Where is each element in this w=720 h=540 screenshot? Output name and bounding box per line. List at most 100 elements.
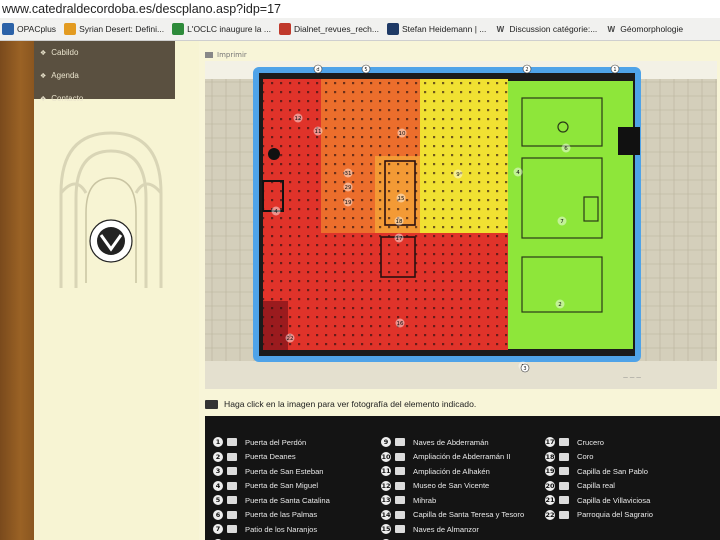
bookmark-item[interactable]: W Géomorphologie <box>603 23 689 35</box>
camera-icon[interactable] <box>395 467 405 476</box>
door-label: 2 <box>525 67 528 73</box>
url-text[interactable]: www.catedraldecordoba.es/descplano.asp?i… <box>2 0 281 18</box>
camera-icon <box>205 399 218 409</box>
plan-svg[interactable]: — — — 12 11 31 29 19 4 15 10 18 17 9 4 6 7 2 16 22 3 d 5 2 1… <box>205 61 717 389</box>
mosque-plan-map[interactable]: — — — 12 11 31 29 19 4 15 10 18 17 9 4 6 7 2 16 22 3 d 5 2 1… <box>205 61 717 389</box>
menu-item-contacto[interactable]: ❖ Contacto <box>34 87 175 110</box>
legend-item[interactable]: 3 Puerta de San Esteban <box>213 464 330 479</box>
door-label: d <box>316 67 319 73</box>
legend-number: 9 <box>381 437 391 448</box>
legend-item[interactable]: 21 Capilla de Villaviciosa <box>545 493 653 508</box>
legend-item[interactable]: 15 Naves de Almanzor <box>381 522 524 537</box>
left-sidebar: ❖ Cabildo ❖ Agenda ❖ Contacto <box>34 41 199 540</box>
legend-item[interactable]: 2 Puerta Deanes <box>213 450 330 465</box>
legend-item[interactable]: 6 Puerta de las Palmas <box>213 508 330 523</box>
zone-number: 10 <box>399 131 406 137</box>
hint-text: Haga click en la imagen para ver fotogra… <box>224 399 477 409</box>
oclc-icon <box>172 23 185 35</box>
camera-icon[interactable] <box>559 452 569 461</box>
legend-item[interactable]: 4 Puerta de San Miguel <box>213 479 330 494</box>
legend-item[interactable]: 11 Ampliación de Alhakén <box>381 464 524 479</box>
camera-icon[interactable] <box>395 481 405 490</box>
camera-icon[interactable] <box>395 510 405 519</box>
legend-label: Puerta del Perdón <box>245 437 307 447</box>
camera-icon[interactable] <box>395 452 405 461</box>
legend-item[interactable]: 19 Capilla de San Pablo <box>545 464 653 479</box>
legend-number: 20 <box>545 480 555 491</box>
legend-number: 4 <box>213 480 223 491</box>
bookmark-label: OPACplus <box>17 24 57 34</box>
legend-item[interactable]: 14 Capilla de Santa Teresa y Tesoro <box>381 508 524 523</box>
camera-icon[interactable] <box>227 510 237 519</box>
menu-item-cabildo[interactable]: ❖ Cabildo <box>34 41 175 64</box>
menu-item-agenda[interactable]: ❖ Agenda <box>34 64 175 87</box>
legend-item[interactable]: 9 Naves de Abderramán <box>381 435 524 450</box>
bookmark-label: L'OCLC inaugure la ... <box>187 24 271 34</box>
legend-label: Ampliación de Alhakén <box>413 466 490 476</box>
camera-icon[interactable] <box>559 481 569 490</box>
zone-number: 31 <box>345 171 352 177</box>
legend-item[interactable]: 7 Patio de los Naranjos <box>213 522 330 537</box>
legend-label: Capilla de Santa Teresa y Tesoro <box>413 510 525 520</box>
bookmark-item[interactable]: L'OCLC inaugure la ... <box>170 23 277 35</box>
legend-number: 17 <box>545 437 555 448</box>
bookmark-item[interactable]: W Discussion catégorie:... <box>492 23 603 35</box>
legend-item[interactable]: 16Capilla Mayor <box>381 537 524 540</box>
wikipedia-icon: W <box>607 24 616 34</box>
address-bar[interactable]: www.catedraldecordoba.es/descplano.asp?i… <box>0 0 720 18</box>
legend-label: Naves de Almanzor <box>413 524 479 534</box>
bookmark-label: Géomorphologie <box>620 24 684 34</box>
hint-line: Haga click en la imagen para ver fotogra… <box>205 399 476 409</box>
legend-column-1: 1 Puerta del Perdón 2 Puerta Deanes 3 Puerta … <box>213 435 330 540</box>
legend-item[interactable]: 10 Ampliación de Abderramán II <box>381 450 524 465</box>
bell-tower <box>618 127 640 155</box>
legend-label: Ampliación de Abderramán II <box>413 452 511 462</box>
legend-number: 21 <box>545 495 555 506</box>
zone-number: 6 <box>564 146 568 152</box>
camera-icon[interactable] <box>227 438 237 447</box>
legend-column-3: 17 Crucero 18 Coro 19 Capilla de San Pablo 20 C… <box>545 435 653 522</box>
legend-number: 10 <box>381 451 391 462</box>
camera-icon[interactable] <box>227 452 237 461</box>
camera-icon[interactable] <box>395 438 405 447</box>
legend-label: Mihrab <box>413 495 437 505</box>
camera-icon[interactable] <box>227 525 237 534</box>
door-label: 3 <box>523 366 526 372</box>
camera-icon[interactable] <box>559 496 569 505</box>
camera-icon[interactable] <box>227 496 237 505</box>
legend-number: 15 <box>381 524 391 535</box>
camera-icon[interactable] <box>559 467 569 476</box>
bookmark-item[interactable]: OPACplus <box>0 23 62 35</box>
legend-label: Puerta Deanes <box>245 452 296 462</box>
legend-label: Museo de San Vicente <box>413 481 490 491</box>
legend-item[interactable]: 20 Capilla real <box>545 479 653 494</box>
bookmark-item[interactable]: Syrian Desert: Defini... <box>62 23 170 35</box>
legend-item[interactable]: 17 Crucero <box>545 435 653 450</box>
bookmark-label: Syrian Desert: Defini... <box>79 24 165 34</box>
bookmark-item[interactable]: Dialnet_revues_rech... <box>277 23 385 35</box>
camera-icon[interactable] <box>227 481 237 490</box>
legend-item[interactable]: 5 Puerta de Santa Catalina <box>213 493 330 508</box>
legend-item[interactable]: 18 Coro <box>545 450 653 465</box>
legend-item[interactable]: 13 Mihrab <box>381 493 524 508</box>
bookmark-item[interactable]: Stefan Heidemann | ... <box>385 23 492 35</box>
camera-icon[interactable] <box>559 510 569 519</box>
camera-icon[interactable] <box>227 467 237 476</box>
legend-item[interactable]: 1 Puerta del Perdón <box>213 435 330 450</box>
camera-icon[interactable] <box>395 525 405 534</box>
zone-green-courtyard[interactable] <box>508 81 633 349</box>
legend-item[interactable]: 22 Parroquia del Sagrario <box>545 508 653 523</box>
legend-item[interactable]: 8Claustro <box>213 537 330 540</box>
scale-note: — — — <box>623 375 641 381</box>
legend-number: 3 <box>213 466 223 477</box>
zone-number: 18 <box>396 219 403 225</box>
legend-label: Puerta de San Miguel <box>245 481 319 491</box>
door-label: 1 <box>613 67 616 73</box>
camera-icon[interactable] <box>559 438 569 447</box>
legend-item[interactable]: 12 Museo de San Vicente <box>381 479 524 494</box>
legend-label: Puerta de San Esteban <box>245 466 324 476</box>
camera-icon[interactable] <box>395 496 405 505</box>
legend-label: Naves de Abderramán <box>413 437 489 447</box>
print-link[interactable]: Imprimir <box>205 51 247 59</box>
legend-number: 11 <box>381 466 391 477</box>
